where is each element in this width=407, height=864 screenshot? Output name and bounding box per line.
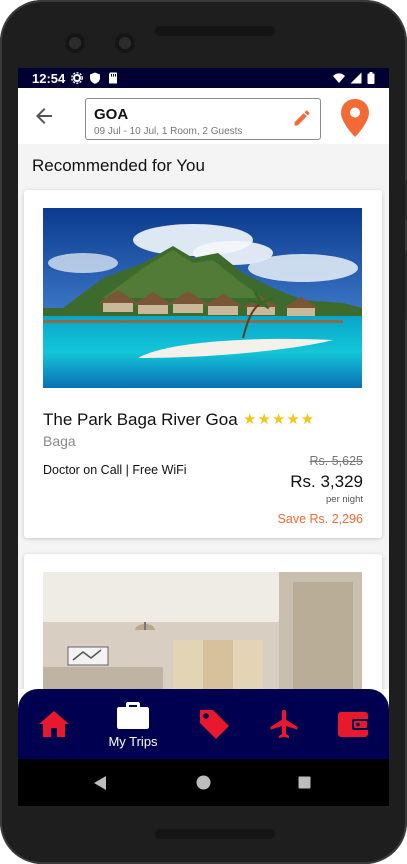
wallet-icon: [338, 712, 369, 737]
hotel-name: The Park Baga River Goa: [43, 410, 238, 429]
home-icon: [39, 711, 69, 737]
hotel-card[interactable]: [24, 554, 382, 689]
phone-frame: 12:54 GOA 09 Jul - 10 Jul, 1 Room, 2 Gue…: [0, 0, 407, 864]
tag-icon: [200, 710, 229, 739]
battery-icon: [367, 72, 375, 84]
nav-label-my-trips: My Trips: [108, 733, 158, 749]
results-list: Recommended for You The Park Baga River …: [18, 144, 389, 689]
signal-icon: [350, 72, 362, 84]
home-circle-icon[interactable]: [196, 775, 211, 790]
status-time: 12:54: [32, 70, 66, 86]
search-header: GOA 09 Jul - 10 Jul, 1 Room, 2 Guests: [18, 88, 389, 144]
location-pin-icon[interactable]: [339, 98, 371, 138]
phone-top-bezel: [0, 0, 407, 68]
back-triangle-icon[interactable]: [93, 775, 107, 791]
section-title: Recommended for You: [32, 156, 205, 175]
edit-pencil-icon[interactable]: [292, 108, 312, 128]
wifi-icon: [333, 73, 345, 83]
sdcard-status-icon: [109, 72, 118, 84]
front-sensor: [115, 33, 135, 53]
hotel-image: [43, 208, 362, 388]
nav-offers[interactable]: [194, 689, 234, 759]
hotel-amenities: Doctor on Call | Free WiFi: [43, 463, 187, 477]
bottom-speaker: [155, 829, 275, 839]
nav-wallet[interactable]: [333, 689, 373, 759]
nav-home[interactable]: [34, 689, 74, 759]
current-price: Rs. 3,329: [290, 472, 363, 491]
savings-text: Save Rs. 2,296: [277, 512, 363, 526]
settings-status-icon: [71, 72, 84, 84]
briefcase-icon: [117, 701, 149, 729]
star-rating: ★★★★★: [243, 411, 316, 428]
screen: 12:54 GOA 09 Jul - 10 Jul, 1 Room, 2 Gue…: [18, 68, 389, 806]
back-arrow-icon[interactable]: [32, 104, 56, 128]
nav-my-trips[interactable]: My Trips: [100, 689, 166, 759]
search-field[interactable]: GOA 09 Jul - 10 Jul, 1 Room, 2 Guests: [85, 98, 321, 140]
hotel-card[interactable]: The Park Baga River Goa ★★★★★ Baga Docto…: [24, 190, 382, 538]
search-city: GOA: [94, 106, 129, 123]
recents-square-icon[interactable]: [298, 776, 311, 789]
front-camera: [65, 33, 85, 53]
search-details: 09 Jul - 10 Jul, 1 Room, 2 Guests: [94, 126, 243, 137]
flight-icon: [270, 709, 298, 739]
system-navigation-bar: [18, 759, 389, 806]
shield-status-icon: [90, 72, 101, 84]
hotel-image: [43, 572, 362, 689]
earpiece-speaker: [155, 26, 275, 36]
hotel-locality: Baga: [43, 433, 76, 449]
price-unit: per night: [326, 494, 363, 505]
nav-flights[interactable]: [264, 689, 304, 759]
bottom-navigation: My Trips: [18, 689, 389, 759]
status-bar: 12:54: [18, 68, 389, 88]
original-price: Rs. 5,625: [309, 454, 363, 468]
